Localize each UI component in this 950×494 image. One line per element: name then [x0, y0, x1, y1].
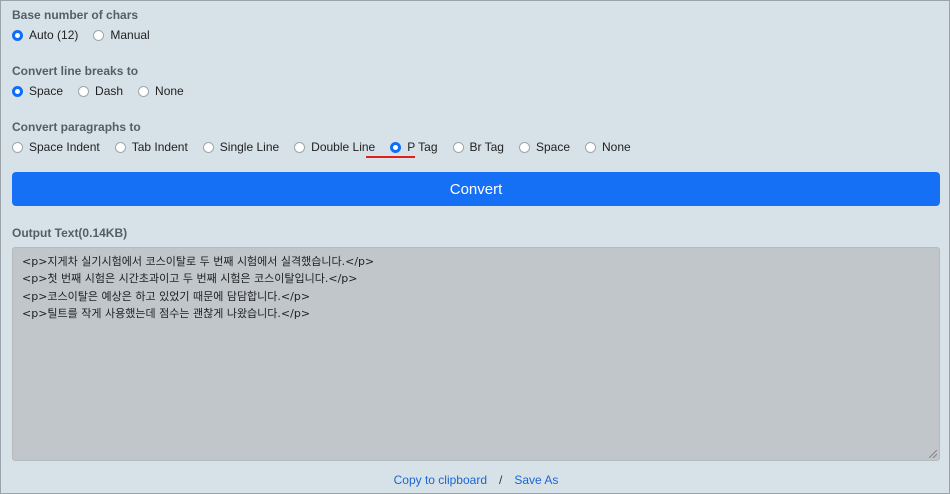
radio-manual[interactable]: Manual: [93, 28, 150, 42]
radio-auto-label: Auto (12): [29, 28, 79, 42]
base-chars-label: Base number of chars: [12, 8, 139, 22]
radio-para-p-tag-circle[interactable]: [390, 141, 402, 153]
save-as-link[interactable]: Save As: [514, 473, 558, 487]
paragraphs-radio-group: Space Indent Tab Indent Single Line Doub…: [12, 140, 646, 154]
radio-para-br-tag[interactable]: Br Tag: [452, 140, 504, 154]
paragraphs-label: Convert paragraphs to: [12, 120, 141, 134]
radio-para-br-tag-label: Br Tag: [469, 140, 504, 154]
radio-para-double-line-label: Double Line: [311, 140, 376, 154]
radio-para-double-line[interactable]: Double Line: [294, 140, 375, 154]
radio-para-tab-indent-label: Tab Indent: [131, 140, 188, 154]
radio-para-single-line-circle[interactable]: [202, 141, 214, 153]
output-line: <p>지게차 실기시험에서 코스이탈로 두 번째 시험에서 실격했습니다.</p…: [22, 255, 375, 268]
radio-auto-circle[interactable]: [12, 29, 23, 41]
base-chars-radio-group: Auto (12) Manual: [12, 28, 165, 42]
radio-para-p-tag-label: P Tag: [407, 140, 438, 154]
radio-linebreak-dash-circle[interactable]: [78, 85, 90, 97]
radio-linebreak-dash[interactable]: Dash: [78, 84, 123, 98]
output-textarea[interactable]: <p>지게차 실기시험에서 코스이탈로 두 번째 시험에서 실격했습니다.</p…: [12, 247, 940, 461]
radio-manual-circle[interactable]: [93, 29, 105, 41]
output-line: <p>코스이탈은 예상은 하고 있었기 때문에 담담합니다.</p>: [22, 289, 311, 303]
radio-linebreak-dash-label: Dash: [95, 84, 124, 98]
radio-linebreak-space[interactable]: Space: [12, 84, 63, 98]
radio-para-space-indent-label: Space Indent: [29, 140, 100, 154]
radio-para-br-tag-circle[interactable]: [452, 141, 464, 153]
resize-grip-icon[interactable]: [929, 450, 937, 458]
convert-button[interactable]: Convert: [12, 172, 940, 206]
radio-para-p-tag[interactable]: P Tag: [390, 140, 438, 154]
radio-para-none-circle[interactable]: [585, 141, 596, 153]
radio-para-single-line-label: Single Line: [219, 140, 280, 154]
copy-to-clipboard-link[interactable]: Copy to clipboard: [394, 473, 487, 487]
radio-para-tab-indent[interactable]: Tab Indent: [114, 140, 188, 154]
radio-linebreak-none[interactable]: None: [138, 84, 184, 98]
radio-linebreak-space-circle[interactable]: [12, 85, 23, 97]
footer-separator: /: [499, 473, 503, 487]
line-breaks-radio-group: Space Dash None: [12, 84, 199, 98]
footer-links: Copy to clipboard / Save As: [1, 473, 950, 487]
radio-para-space[interactable]: Space: [518, 140, 570, 154]
radio-auto[interactable]: Auto (12): [12, 28, 78, 42]
radio-para-space-indent-circle[interactable]: [12, 141, 23, 153]
highlight-underline: [366, 156, 415, 158]
radio-para-space-label: Space: [535, 140, 570, 154]
radio-linebreak-space-label: Space: [29, 84, 64, 98]
radio-para-space-circle[interactable]: [518, 141, 530, 153]
radio-linebreak-none-label: None: [155, 84, 184, 98]
output-line: <p>틸트를 작게 사용했는데 점수는 괜찮게 나왔습니다.</p>: [22, 306, 311, 320]
radio-para-single-line[interactable]: Single Line: [202, 140, 280, 154]
radio-manual-label: Manual: [110, 28, 150, 42]
radio-linebreak-none-circle[interactable]: [138, 85, 150, 97]
radio-para-space-indent[interactable]: Space Indent: [12, 140, 100, 154]
radio-para-double-line-circle[interactable]: [294, 141, 306, 153]
output-label: Output Text(0.14KB): [12, 226, 128, 240]
output-line: <p>첫 번째 시험은 시간초과이고 두 번째 시험은 코스이탈입니다.</p>: [22, 272, 358, 286]
radio-para-none[interactable]: None: [585, 140, 631, 154]
line-breaks-label: Convert line breaks to: [12, 64, 139, 78]
radio-para-tab-indent-circle[interactable]: [114, 141, 126, 153]
radio-para-none-label: None: [602, 140, 631, 154]
